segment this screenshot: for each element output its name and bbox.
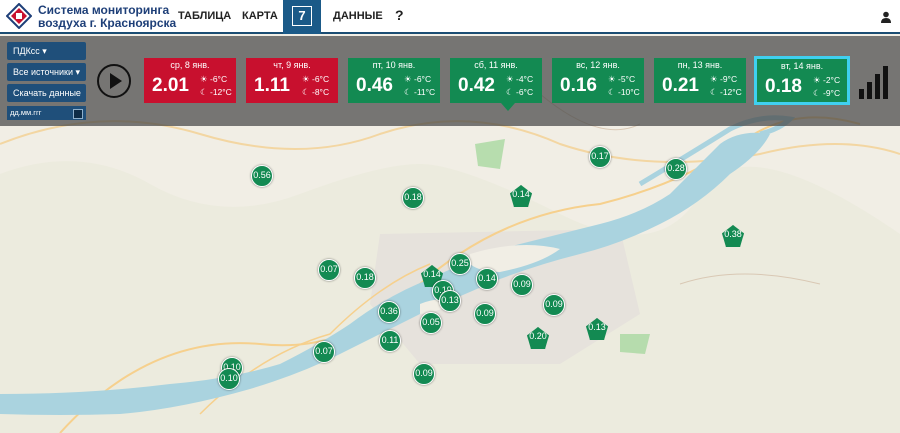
station-marker[interactable]: 0.18 [402,187,424,209]
date-input[interactable]: дд.мм.ггг [7,106,86,120]
station-marker[interactable]: 0.09 [413,363,435,385]
station-marker[interactable]: 0.14 [476,268,498,290]
night-temp: ☾ -6°C [506,87,534,97]
day-temp: ☀ -6°C [404,74,432,84]
night-temp: ☾ -12°C [710,87,742,97]
station-marker[interactable]: 0.09 [474,303,496,325]
play-icon[interactable] [97,64,131,98]
station-marker[interactable]: 0.28 [665,158,687,180]
station-marker[interactable]: 0.09 [511,274,533,296]
station-marker[interactable]: 0.10 [218,368,240,390]
night-temp: ☾ -9°C [813,88,841,98]
forecast-day-card[interactable]: ср, 8 янв. 2.01 ☀ -6°C ☾ -12°C [144,58,236,103]
day-temp: ☀ -9°C [710,74,738,84]
station-marker[interactable]: 0.05 [420,312,442,334]
day-value: 0.46 [356,75,393,96]
station-marker[interactable]: 0.18 [354,267,376,289]
station-marker[interactable]: 0.09 [543,294,565,316]
nav-map[interactable]: КАРТА [242,10,278,22]
night-temp: ☾ -11°C [404,87,436,97]
day-value: 0.16 [560,75,597,96]
day-value: 0.42 [458,75,495,96]
day-value: 0.18 [765,76,802,97]
station-marker[interactable]: 0.36 [378,301,400,323]
download-button[interactable]: Скачать данные [7,84,86,102]
day-temp: ☀ -6°C [200,74,228,84]
brand-title[interactable]: Система мониторинга воздуха г. Красноярс… [38,4,176,30]
forecast-day-card[interactable]: чт, 9 янв. 1.11 ☀ -6°C ☾ -8°C [246,58,338,103]
day-temp: ☀ -6°C [302,74,330,84]
day-temp: ☀ -4°C [506,74,534,84]
pollutant-dropdown[interactable]: ПДКсс ▾ [7,42,86,60]
station-marker[interactable]: 0.07 [318,259,340,281]
station-marker[interactable]: 0.11 [379,330,401,352]
active-day-pointer [501,103,515,111]
day-date: пт, 10 янв. [372,60,416,70]
night-temp: ☾ -10°C [608,87,640,97]
forecast-day-card[interactable]: сб, 11 янв. 0.42 ☀ -4°C ☾ -6°C [450,58,542,103]
calendar-icon[interactable] [73,109,83,119]
day-value: 2.01 [152,75,189,96]
date-placeholder: дд.мм.ггг [10,108,42,117]
night-temp: ☾ -12°C [200,87,232,97]
station-marker[interactable]: 0.17 [589,146,611,168]
logo-icon [6,3,32,29]
day-date: вс, 12 янв. [576,60,620,70]
station-marker[interactable]: 0.07 [313,341,335,363]
station-marker[interactable]: 0.13 [439,290,461,312]
top-navbar: Система мониторинга воздуха г. Красноярс… [0,0,900,34]
forecast-day-card[interactable]: пн, 13 янв. 0.21 ☀ -9°C ☾ -12°C [654,58,746,103]
day-date: ср, 8 янв. [170,60,210,70]
station-marker[interactable]: 0.56 [251,165,273,187]
brand-line-2: воздуха г. Красноярска [38,16,177,30]
nav-data[interactable]: ДАННЫЕ [333,10,383,22]
forecast-panel: ПДКсс ▾ Все источники ▾ Скачать данные д… [0,36,900,126]
day-date: вт, 14 янв. [780,61,824,71]
forecast-day-card[interactable]: пт, 10 янв. 0.46 ☀ -6°C ☾ -11°C [348,58,440,103]
day-date: чт, 9 янв. [273,60,311,70]
day-value: 1.11 [254,75,290,96]
station-marker[interactable]: 0.25 [449,253,471,275]
forecast-day-card[interactable]: вс, 12 янв. 0.16 ☀ -5°C ☾ -10°C [552,58,644,103]
night-temp: ☾ -8°C [302,87,330,97]
user-icon[interactable] [880,11,892,23]
days-count: 7 [292,6,312,26]
day-temp: ☀ -5°C [608,74,636,84]
day-date: сб, 11 янв. [474,60,518,70]
nav-table[interactable]: ТАБЛИЦА [178,10,231,22]
sources-dropdown[interactable]: Все источники ▾ [7,63,86,81]
day-value: 0.21 [662,75,699,96]
bar-chart-icon[interactable] [858,65,892,99]
day-date: пн, 13 янв. [677,60,723,70]
help-link[interactable]: ? [395,7,404,23]
nav-days-button[interactable]: 7 [283,0,321,34]
forecast-day-card-selected[interactable]: вт, 14 янв. 0.18 ☀ -2°C ☾ -9°C [754,56,850,105]
day-temp: ☀ -2°C [813,75,841,85]
